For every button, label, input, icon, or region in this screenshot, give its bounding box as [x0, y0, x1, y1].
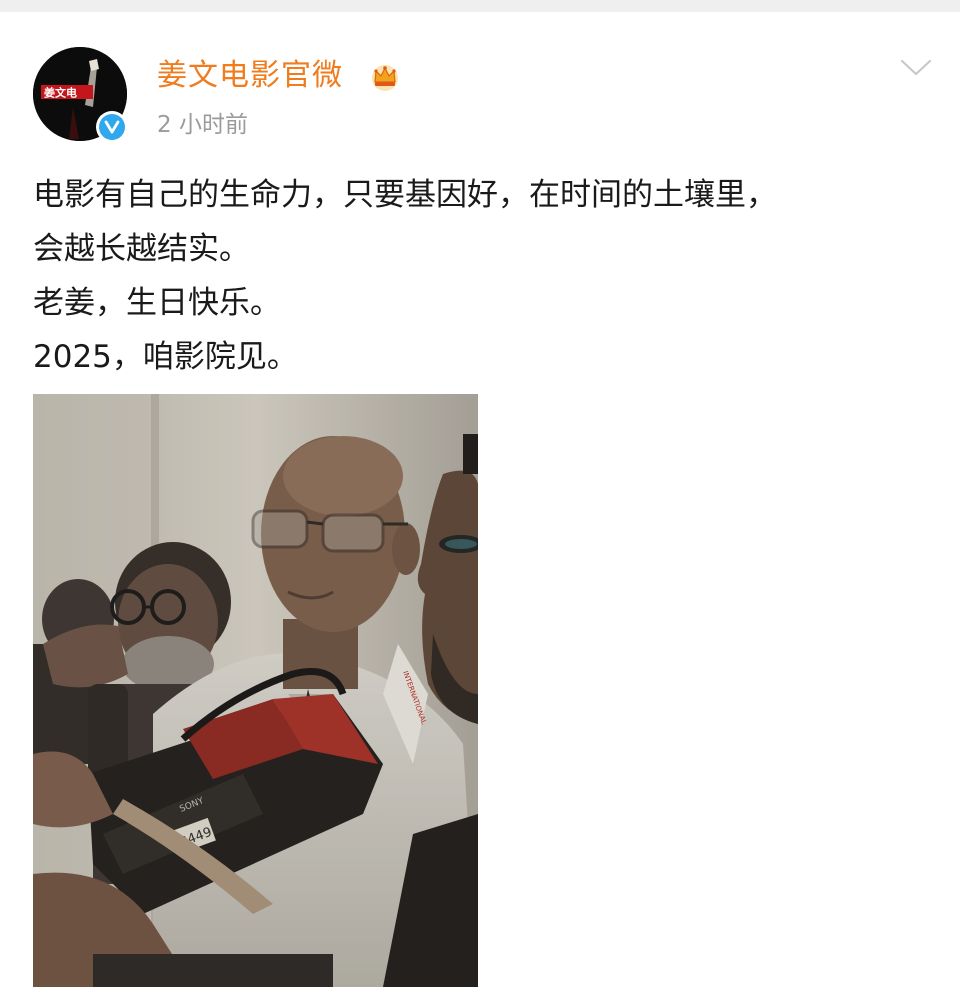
- verified-badge-icon: [96, 111, 128, 143]
- post-body: 电影有自己的生命力，只要基因好，在时间的土壤里， 会越长越结实。 老姜，生日快乐…: [33, 168, 933, 384]
- top-divider: [0, 0, 960, 12]
- avatar-logo-text: 姜文电: [44, 86, 77, 100]
- post-line: 会越长越结实。: [33, 231, 250, 267]
- chevron-down-icon[interactable]: [899, 56, 933, 80]
- weibo-post-screen: 姜文电 姜文电影官微 2 小时前 电影有自己的生命力，只要基因好，在时间的土壤里…: [0, 0, 960, 999]
- post-timestamp: 2 小时前: [157, 112, 248, 138]
- author-name[interactable]: 姜文电影官微: [157, 56, 343, 96]
- crown-icon[interactable]: [368, 59, 402, 93]
- post-line: 2025，咱影院见。: [33, 339, 298, 375]
- post-line: 电影有自己的生命力，只要基因好，在时间的土壤里，: [33, 177, 777, 213]
- post-line: 老姜，生日快乐。: [33, 285, 281, 321]
- post-photo[interactable]: INTERNATIONAL B449 SONY: [33, 394, 478, 987]
- post-photo-image: INTERNATIONAL B449 SONY: [33, 394, 478, 987]
